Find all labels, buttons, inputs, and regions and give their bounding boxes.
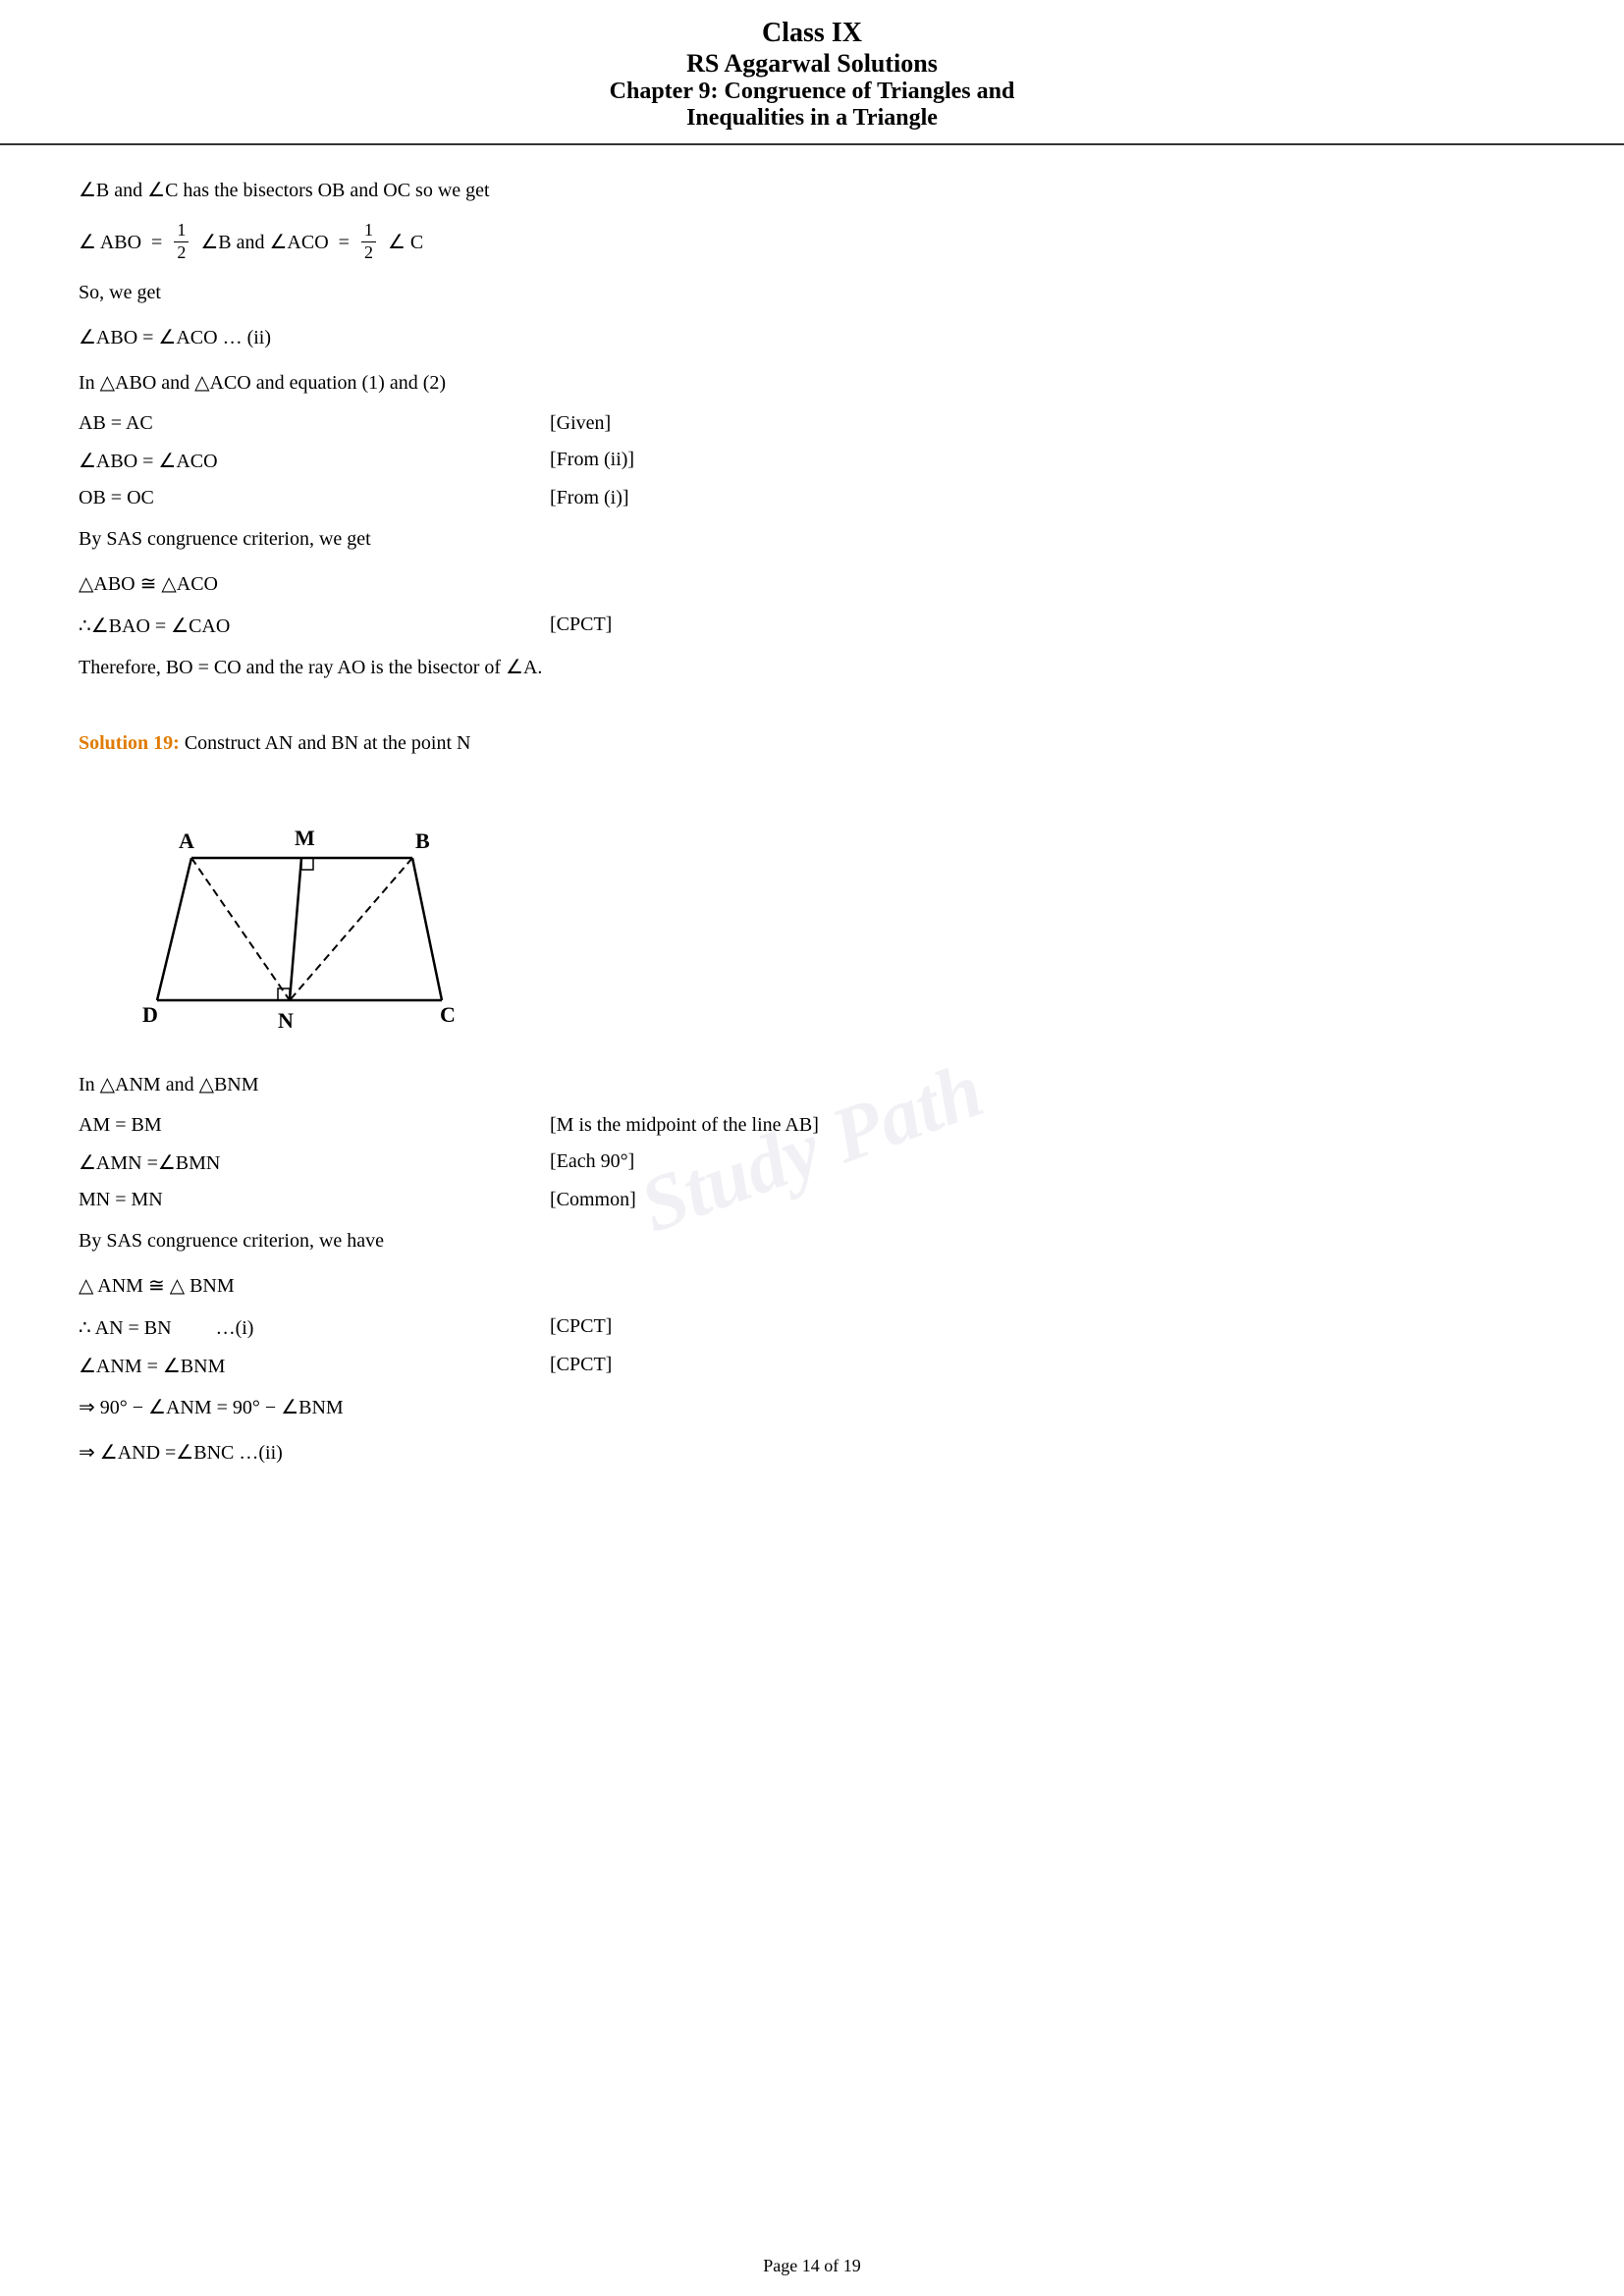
diagram-area: A M B D N C — [137, 774, 471, 1049]
fraction-half-1: 1 2 — [174, 220, 189, 263]
therefore-text: Therefore, BO = CO and the ray AO is the… — [79, 652, 1545, 683]
abo-eq-mid: ∠B and ∠ACO = — [200, 230, 350, 254]
label-A: A — [179, 828, 194, 853]
anm-bnm-row: ∠ANM = ∠BNM [CPCT] — [79, 1354, 1545, 1378]
am-bm-right: [M is the midpoint of the line AB] — [550, 1114, 1545, 1137]
abo-aco-right: [From (ii)] — [550, 449, 1545, 473]
abo-aco-left: ∠ABO = ∠ACO — [79, 449, 550, 473]
main-content: ∠B and ∠C has the bisectors OB and OC so… — [0, 145, 1624, 1522]
spacer1 — [79, 697, 1545, 715]
amn-bmn-left: ∠AMN =∠BMN — [79, 1150, 550, 1175]
intro-text: ∠B and ∠C has the bisectors OB and OC so… — [79, 175, 1545, 206]
header-class-label: Class IX — [0, 18, 1624, 49]
ab-ac-left: AB = AC — [79, 412, 550, 435]
ab-ac-row: AB = AC [Given] — [79, 412, 1545, 435]
an-bn-right: [CPCT] — [550, 1315, 1545, 1340]
header: Class IX RS Aggarwal Solutions Chapter 9… — [0, 0, 1624, 145]
in-anm-bnm: In △ANM and △BNM — [79, 1069, 1545, 1100]
mn-mn-left: MN = MN — [79, 1189, 550, 1211]
am-bm-row: AM = BM [M is the midpoint of the line A… — [79, 1114, 1545, 1137]
bao-cao-row: ∴∠BAO = ∠CAO [CPCT] — [79, 614, 1545, 638]
label-D: D — [142, 1002, 158, 1027]
ob-oc-left: OB = OC — [79, 487, 550, 509]
footer: Page 14 of 19 — [0, 2256, 1624, 2276]
ob-oc-right: [From (i)] — [550, 487, 1545, 509]
ab-ac-right: [Given] — [550, 412, 1545, 435]
an-bn-part: …(i) — [216, 1317, 254, 1339]
anm-bnm-left: ∠ANM = ∠BNM — [79, 1354, 550, 1378]
solution19-text: Construct AN and BN at the point N — [185, 732, 471, 754]
abo-eq-left: ∠ ABO = — [79, 230, 162, 254]
amn-bmn-row: ∠AMN =∠BMN [Each 90°] — [79, 1150, 1545, 1175]
so-we-get: So, we get — [79, 277, 1545, 308]
page: Study Path Class IX RS Aggarwal Solution… — [0, 0, 1624, 2296]
label-C: C — [440, 1002, 456, 1027]
in-triangles: In △ABO and △ACO and equation (1) and (2… — [79, 367, 1545, 399]
header-chapter-label2: Inequalities in a Triangle — [0, 105, 1624, 132]
abo-aco-row: ∠ABO = ∠ACO [From (ii)] — [79, 449, 1545, 473]
bao-cao-left: ∴∠BAO = ∠CAO — [79, 614, 550, 638]
label-B: B — [415, 828, 430, 853]
abo-equation-line: ∠ ABO = 1 2 ∠B and ∠ACO = 1 2 ∠ C — [79, 220, 1545, 263]
am-bm-left: AM = BM — [79, 1114, 550, 1137]
fraction-half-2: 1 2 — [361, 220, 376, 263]
anm-bnm-right: [CPCT] — [550, 1354, 1545, 1378]
amn-bmn-right: [Each 90°] — [550, 1150, 1545, 1175]
mn-mn-right: [Common] — [550, 1189, 1545, 1211]
abo-eq-end: ∠ C — [388, 230, 423, 254]
header-chapter-label: Chapter 9: Congruence of Triangles and — [0, 79, 1624, 105]
solution19-line: Solution 19: Construct AN and BN at the … — [79, 732, 1545, 755]
an-bn-row: ∴ AN = BN …(i) [CPCT] — [79, 1315, 1545, 1340]
mn-mn-row: MN = MN [Common] — [79, 1189, 1545, 1211]
by-sas: By SAS congruence criterion, we get — [79, 523, 1545, 555]
page-label: Page 14 of 19 — [763, 2256, 860, 2275]
solution19-label: Solution 19: — [79, 732, 180, 754]
diagram-svg: A M B D N C — [137, 774, 471, 1049]
ob-oc-row: OB = OC [From (i)] — [79, 487, 1545, 509]
an-bn-text: ∴ AN = BN — [79, 1317, 172, 1339]
abo-aco-eq: ∠ABO = ∠ACO … (ii) — [79, 322, 1545, 353]
label-M: M — [295, 826, 315, 850]
and-bnc: ⇒ ∠AND =∠BNC …(ii) — [79, 1437, 1545, 1468]
triangle-anm-bnm: △ ANM ≅ △ BNM — [79, 1270, 1545, 1302]
header-solutions-label: RS Aggarwal Solutions — [0, 49, 1624, 79]
an-bn-left: ∴ AN = BN …(i) — [79, 1315, 550, 1340]
spacer2 — [79, 715, 1545, 732]
label-N: N — [278, 1008, 294, 1033]
eq90-anm: ⇒ 90° − ∠ANM = 90° − ∠BNM — [79, 1392, 1545, 1423]
triangle-cong: △ABO ≅ △ACO — [79, 568, 1545, 600]
by-sas2: By SAS congruence criterion, we have — [79, 1225, 1545, 1256]
bao-cao-right: [CPCT] — [550, 614, 1545, 638]
